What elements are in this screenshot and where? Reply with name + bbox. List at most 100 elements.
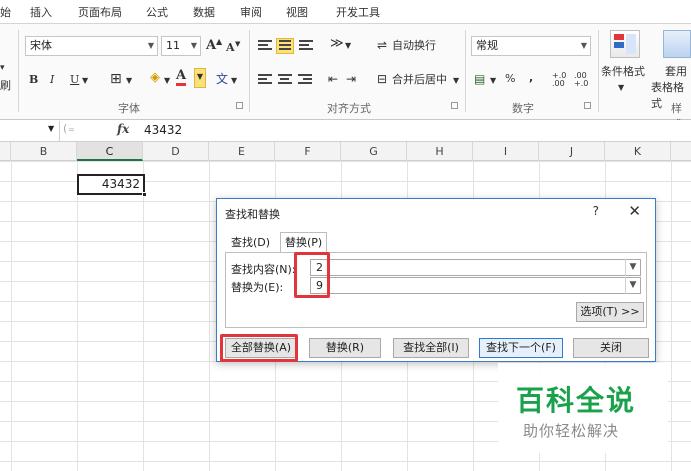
- percent-button[interactable]: %: [505, 71, 515, 87]
- active-cell[interactable]: 43432: [77, 174, 147, 197]
- font-color-button[interactable]: A: [176, 69, 187, 86]
- increase-indent-icon[interactable]: ⇥: [346, 71, 356, 87]
- chevron-down-icon: ▼: [580, 41, 587, 50]
- bold-button[interactable]: B: [29, 72, 38, 88]
- decrease-decimal-button[interactable]: .00 +.0: [574, 72, 594, 88]
- number-dialog-launcher-icon[interactable]: [584, 102, 591, 109]
- decrease-indent-icon[interactable]: ⇤: [328, 71, 338, 87]
- tab-find[interactable]: 查找(D): [227, 235, 274, 253]
- find-all-button[interactable]: 查找全部(I): [393, 338, 469, 358]
- column-header-i[interactable]: I: [473, 142, 539, 161]
- number-group-label: 数字: [512, 102, 534, 115]
- column-header-row: B C D E F G H I J K: [0, 142, 691, 161]
- font-group-label: 字体: [118, 102, 140, 115]
- options-button[interactable]: 选项(T) >>: [576, 302, 644, 322]
- align-center-icon[interactable]: [278, 74, 292, 86]
- font-name-combo[interactable]: 宋体 ▼: [25, 36, 158, 56]
- column-header-h[interactable]: H: [407, 142, 473, 161]
- alignment-dialog-launcher-icon[interactable]: [451, 102, 458, 109]
- number-format-value: 常规: [476, 39, 498, 52]
- tab-review[interactable]: 审阅: [240, 4, 262, 20]
- conditional-format-button[interactable]: 条件格式: [601, 64, 645, 80]
- watermark-subtitle: 助你轻松解决: [523, 422, 620, 440]
- comma-button[interactable]: ,: [529, 70, 533, 86]
- column-header-c[interactable]: C: [77, 142, 143, 161]
- name-box[interactable]: ▼: [0, 121, 60, 141]
- number-format-combo[interactable]: 常规 ▼: [471, 36, 591, 56]
- wrap-text-button[interactable]: 自动换行: [392, 38, 436, 54]
- column-header-k[interactable]: K: [605, 142, 671, 161]
- formula-input[interactable]: 43432: [144, 123, 182, 137]
- column-header-f[interactable]: F: [275, 142, 341, 161]
- format-painter-button[interactable]: 刷: [0, 78, 11, 94]
- chevron-down-icon[interactable]: ▼: [48, 124, 54, 133]
- chevron-down-icon: ▼: [490, 76, 497, 85]
- column-header-d[interactable]: D: [143, 142, 209, 161]
- close-button[interactable]: 关闭: [573, 338, 649, 358]
- align-bottom-icon[interactable]: [299, 40, 313, 52]
- equals-icon: =: [68, 125, 75, 134]
- table-format-icon: [663, 30, 691, 58]
- conditional-format-icon: [610, 30, 640, 58]
- font-dialog-launcher-icon[interactable]: [236, 102, 243, 109]
- chevron-down-icon: ▼: [164, 76, 171, 85]
- increase-decimal-button[interactable]: +.0 .00: [552, 72, 572, 88]
- ribbon-tab-bar: 始 插入 页面布局 公式 数据 审阅 视图 开发工具: [0, 0, 691, 24]
- formula-bar-resize-icon: (: [63, 122, 68, 135]
- help-button[interactable]: ?: [593, 204, 599, 218]
- close-icon[interactable]: ✕: [628, 202, 641, 220]
- underline-button[interactable]: U: [70, 72, 79, 88]
- accounting-format-icon[interactable]: ▤: [474, 71, 485, 87]
- chevron-down-icon[interactable]: ▼: [625, 259, 640, 276]
- chevron-down-icon: ▼: [126, 76, 133, 85]
- tab-home[interactable]: 始: [0, 4, 11, 20]
- highlight-input-values: [294, 252, 330, 298]
- tab-insert[interactable]: 插入: [30, 4, 52, 20]
- table-format-button-top[interactable]: 套用: [665, 64, 687, 80]
- tab-data[interactable]: 数据: [193, 4, 215, 20]
- fill-color-icon[interactable]: ◈: [150, 70, 160, 86]
- active-cell-value: 43432: [101, 177, 140, 191]
- replace-with-input[interactable]: 9 ▼: [310, 277, 641, 294]
- excel-window: 始 插入 页面布局 公式 数据 审阅 视图 开发工具 ▾ 刷 宋体 ▼ 11 ▼…: [0, 0, 691, 471]
- shrink-font-button[interactable]: A: [226, 40, 235, 56]
- insert-function-button[interactable]: fx: [117, 122, 129, 136]
- align-left-icon[interactable]: [258, 74, 272, 86]
- grow-font-button[interactable]: A: [206, 38, 216, 54]
- replace-button[interactable]: 替换(R): [309, 338, 381, 358]
- alignment-group-label: 对齐方式: [327, 102, 371, 115]
- align-middle-icon[interactable]: [276, 38, 294, 54]
- find-next-button[interactable]: 查找下一个(F): [479, 338, 563, 358]
- font-size-combo[interactable]: 11 ▼: [161, 36, 201, 56]
- align-right-icon[interactable]: [298, 74, 312, 86]
- find-what-label: 查找内容(N):: [231, 263, 296, 276]
- column-header-g[interactable]: G: [341, 142, 407, 161]
- column-header-e[interactable]: E: [209, 142, 275, 161]
- orientation-icon[interactable]: ≫: [330, 36, 344, 52]
- replace-panel: 查找内容(N): 2 ▼ 替换为(E): 9 ▼ 选项(T) >>: [225, 252, 647, 328]
- column-header-b[interactable]: B: [11, 142, 77, 161]
- italic-button[interactable]: I: [50, 72, 54, 88]
- borders-icon[interactable]: ⊞: [110, 71, 122, 87]
- find-what-input[interactable]: 2 ▼: [310, 259, 641, 276]
- tab-developer[interactable]: 开发工具: [336, 4, 380, 20]
- dialog-title: 查找和替换: [225, 208, 280, 221]
- merge-center-button[interactable]: 合并后居中: [392, 72, 447, 88]
- group-divider: [598, 30, 599, 112]
- tab-formulas[interactable]: 公式: [146, 4, 168, 20]
- tab-view[interactable]: 视图: [286, 4, 308, 20]
- column-header-j[interactable]: J: [539, 142, 605, 161]
- chevron-down-icon: ▼: [618, 83, 625, 92]
- chevron-down-icon: ▼: [147, 41, 154, 50]
- fill-handle[interactable]: [142, 192, 147, 197]
- select-all-corner[interactable]: [0, 142, 11, 161]
- chevron-down-icon[interactable]: ▼: [625, 277, 640, 294]
- phonetic-button[interactable]: 文: [216, 71, 228, 87]
- align-top-icon[interactable]: [258, 40, 272, 52]
- tab-replace[interactable]: 替换(P): [280, 232, 328, 253]
- tab-page-layout[interactable]: 页面布局: [78, 4, 122, 20]
- ribbon: ▾ 刷 宋体 ▼ 11 ▼ A ▲ A ▼ B I U ▼ ⊞ ▼ ◈ ▼ A …: [0, 24, 691, 131]
- caret-up-icon: ▲: [216, 37, 223, 46]
- chevron-down-icon[interactable]: ▼: [194, 68, 206, 88]
- chevron-down-icon: ▼: [453, 76, 460, 85]
